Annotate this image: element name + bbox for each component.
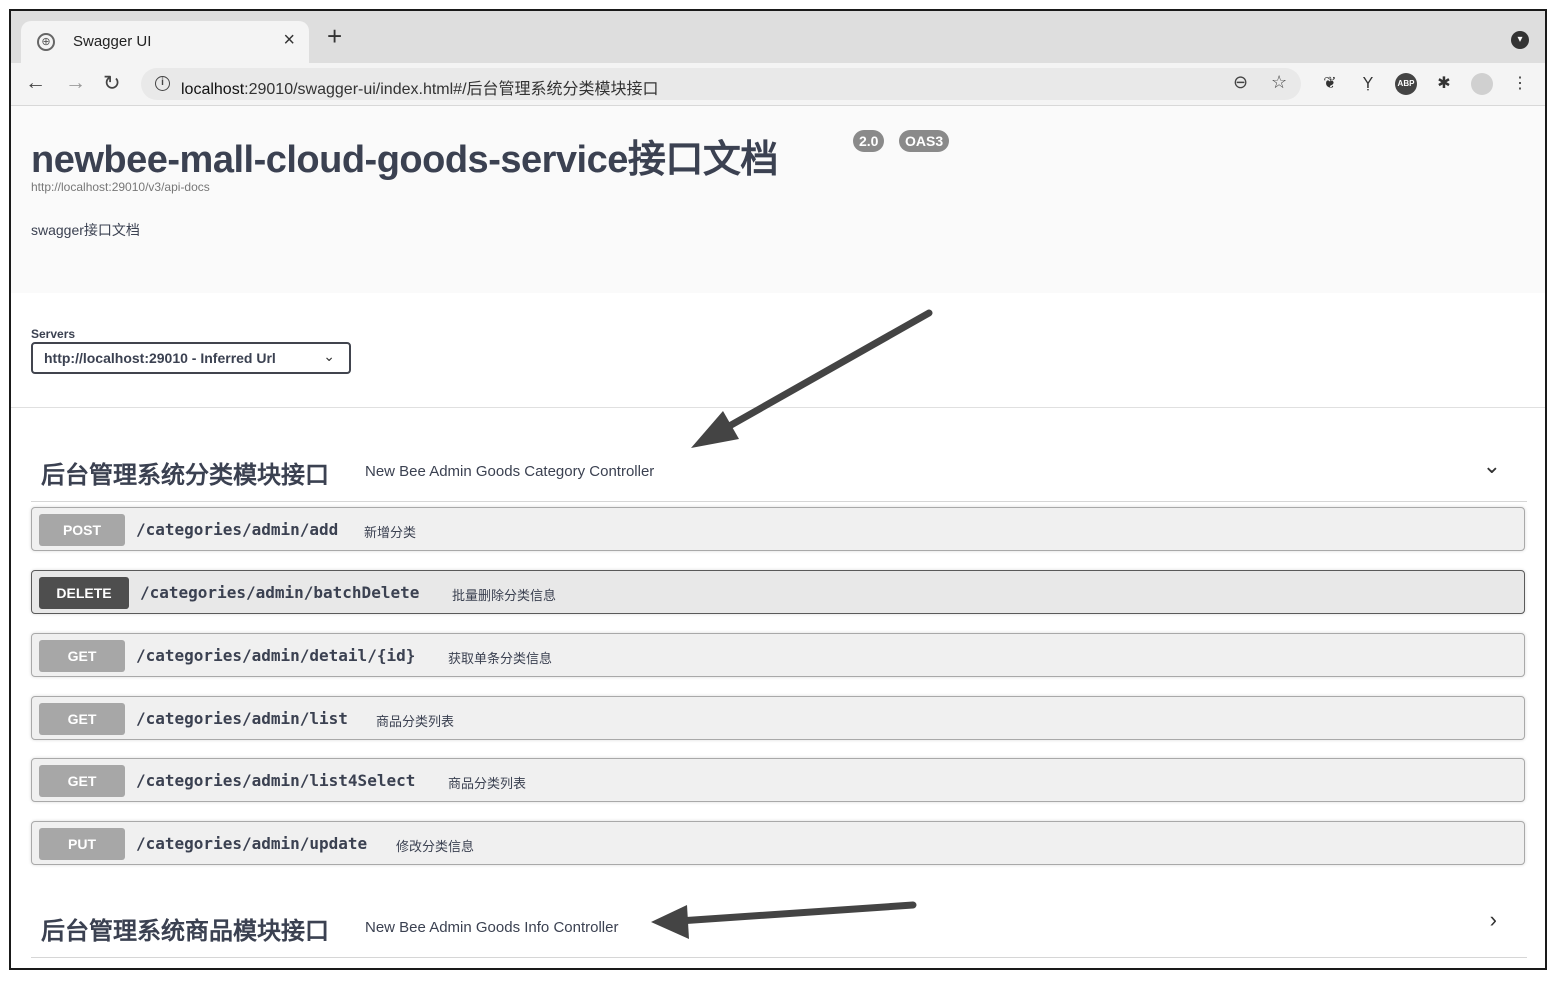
- operation-get-list[interactable]: GET /categories/admin/list 商品分类列表: [31, 696, 1525, 740]
- operation-get-detail[interactable]: GET /categories/admin/detail/{id} 获取单条分类…: [31, 633, 1525, 677]
- page-title: newbee-mall-cloud-goods-service接口文档: [31, 139, 778, 181]
- oas-badge: OAS3: [899, 130, 950, 152]
- operation-summary: 新增分类: [364, 525, 417, 540]
- operation-path: /categories/admin/list4Select: [136, 771, 416, 790]
- operation-path: /categories/admin/add: [136, 520, 339, 539]
- operation-delete-batch[interactable]: DELETE /categories/admin/batchDelete 批量删…: [31, 570, 1525, 614]
- method-badge: POST: [39, 514, 125, 546]
- operation-summary: 商品分类列表: [448, 776, 527, 791]
- operation-path: /categories/admin/list: [136, 709, 348, 728]
- branch-extension-icon[interactable]: Ỵ: [1357, 73, 1379, 95]
- close-icon[interactable]: ×: [283, 29, 295, 52]
- method-badge: GET: [39, 640, 125, 672]
- reload-icon[interactable]: ↻: [103, 71, 121, 96]
- api-description: swagger接口文档: [31, 222, 140, 238]
- arrow-to-category-tag: [691, 309, 933, 448]
- method-badge: DELETE: [39, 577, 129, 609]
- tag-description: New Bee Admin Goods Info Controller: [365, 919, 619, 936]
- method-badge: GET: [39, 765, 125, 797]
- operation-summary: 商品分类列表: [376, 714, 455, 729]
- tab-search-icon[interactable]: ▾: [1511, 31, 1529, 49]
- evernote-extension-icon[interactable]: ❦: [1319, 73, 1341, 95]
- globe-icon: ⊕: [37, 33, 55, 51]
- browser-toolbar: ← → ↻ i localhost:29010/swagger-ui/index…: [11, 63, 1545, 106]
- tab-strip: ⊕ Swagger UI × + ▾: [11, 11, 1545, 63]
- site-info-icon[interactable]: i: [155, 76, 170, 91]
- bookmark-star-icon[interactable]: ☆: [1271, 72, 1287, 93]
- adblock-extension-icon[interactable]: ABP: [1395, 73, 1417, 95]
- operation-get-list4select[interactable]: GET /categories/admin/list4Select 商品分类列表: [31, 758, 1525, 802]
- chevron-right-icon[interactable]: ›: [1490, 907, 1497, 933]
- tab-title: Swagger UI: [73, 33, 152, 50]
- operation-summary: 获取单条分类信息: [448, 651, 553, 666]
- operation-path: /categories/admin/detail/{id}: [136, 646, 416, 665]
- api-info: newbee-mall-cloud-goods-service接口文档 2.0 …: [11, 106, 1545, 293]
- operation-put-update[interactable]: PUT /categories/admin/update 修改分类信息: [31, 821, 1525, 865]
- zoom-icon[interactable]: ⊖: [1233, 72, 1248, 93]
- menu-kebab-icon[interactable]: ⋮: [1509, 73, 1531, 95]
- method-badge: PUT: [39, 828, 125, 860]
- operation-path: /categories/admin/update: [136, 834, 368, 853]
- tab-swagger-ui[interactable]: ⊕ Swagger UI ×: [21, 21, 309, 63]
- url-path: :29010/swagger-ui/index.html#/后台管理系统分类模块…: [244, 81, 659, 98]
- chevron-down-icon: ⌄: [323, 348, 335, 364]
- operation-summary: 修改分类信息: [396, 839, 475, 854]
- tag-description: New Bee Admin Goods Category Controller: [365, 463, 655, 480]
- servers-select[interactable]: http://localhost:29010 - Inferred Url ⌄: [31, 342, 351, 374]
- tag-section-category[interactable]: 后台管理系统分类模块接口 New Bee Admin Goods Categor…: [31, 437, 1527, 502]
- url-host: localhost: [181, 81, 245, 98]
- servers-label: Servers: [31, 327, 76, 341]
- tag-title: 后台管理系统商品模块接口: [41, 918, 329, 945]
- section-divider: [11, 407, 1545, 408]
- operation-path: /categories/admin/batchDelete: [140, 583, 420, 602]
- servers-selected-value: http://localhost:29010 - Inferred Url: [44, 350, 276, 366]
- operation-post-add[interactable]: POST /categories/admin/add 新增分类: [31, 507, 1525, 551]
- back-icon[interactable]: ←: [25, 71, 46, 95]
- browser-window: ⊕ Swagger UI × + ▾ ← → ↻ i localhost:290…: [9, 9, 1547, 970]
- chevron-down-icon[interactable]: ⌄: [1483, 453, 1501, 479]
- tag-section-goods[interactable]: 后台管理系统商品模块接口 New Bee Admin Goods Info Co…: [31, 893, 1527, 958]
- extensions-puzzle-icon[interactable]: ✱: [1433, 73, 1455, 95]
- new-tab-button[interactable]: +: [327, 23, 342, 49]
- tag-title: 后台管理系统分类模块接口: [41, 462, 329, 489]
- url-text[interactable]: localhost:29010/swagger-ui/index.html#/后…: [181, 75, 659, 99]
- api-docs-link[interactable]: http://localhost:29010/v3/api-docs: [31, 180, 210, 194]
- version-badge: 2.0: [853, 130, 885, 152]
- operation-summary: 批量删除分类信息: [452, 588, 557, 603]
- address-bar[interactable]: i localhost:29010/swagger-ui/index.html#…: [141, 68, 1301, 100]
- profile-avatar[interactable]: [1471, 73, 1493, 95]
- forward-icon[interactable]: →: [65, 71, 86, 95]
- method-badge: GET: [39, 703, 125, 735]
